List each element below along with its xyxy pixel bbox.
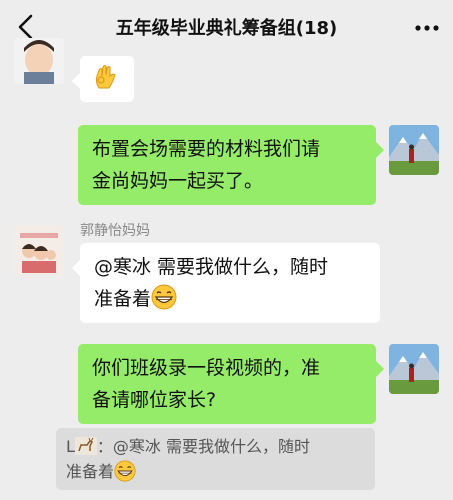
- deer-icon: [74, 437, 97, 455]
- quote-line: 准备着: [66, 459, 365, 484]
- family-avatar-image: [14, 225, 64, 275]
- mountain-avatar-image: [389, 125, 439, 175]
- mountain-avatar-image: [389, 344, 439, 394]
- my-avatar[interactable]: [389, 344, 439, 394]
- message-line: 你们班级录一段视频的，准: [92, 357, 321, 379]
- more-dots-icon[interactable]: [413, 18, 441, 38]
- ok-hand-emoji: [95, 65, 116, 89]
- quoted-message[interactable]: L ：@寒冰 需要我做什么，随时 准备着: [56, 428, 375, 490]
- message-bubble[interactable]: 你们班级录一段视频的，准 备请哪位家长?: [78, 344, 384, 424]
- chat-title: 五年级毕业典礼筹备组(18): [115, 18, 338, 39]
- quote-line: L ：@寒冰 需要我做什么，随时: [66, 437, 311, 456]
- my-avatar[interactable]: [389, 125, 439, 175]
- grin-emoji: [151, 284, 177, 310]
- message-line: 准备着: [94, 283, 366, 315]
- grin-emoji: [114, 460, 136, 482]
- sender-avatar[interactable]: [14, 38, 64, 84]
- sender-avatar[interactable]: [14, 225, 64, 275]
- chat-header: 五年级毕业典礼筹备组(18): [0, 0, 453, 56]
- message-line: 备请哪位家长?: [92, 389, 217, 411]
- sender-name: 郭静怡妈妈: [80, 223, 150, 239]
- message-bubble[interactable]: [72, 56, 134, 102]
- message-bubble[interactable]: @寒冰 需要我做什么，随时 准备着: [72, 243, 380, 323]
- message-bubble[interactable]: 布置会场需要的材料我们请 金尚妈妈一起买了。: [78, 125, 384, 205]
- message-line: @寒冰 需要我做什么，随时: [94, 256, 329, 278]
- boy-avatar-image: [14, 38, 64, 84]
- message-line: 布置会场需要的材料我们请: [92, 138, 321, 160]
- message-line: 金尚妈妈一起买了。: [92, 170, 264, 192]
